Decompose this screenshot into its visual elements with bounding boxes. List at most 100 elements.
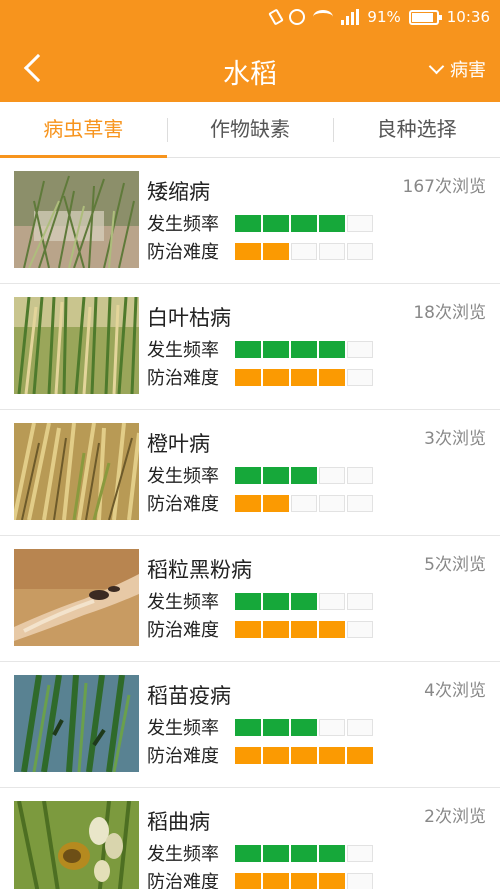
frequency-bar — [235, 214, 373, 232]
frequency-segment — [291, 592, 317, 610]
frequency-bar — [235, 718, 373, 736]
frequency-segment — [347, 592, 373, 610]
difficulty-label: 防治难度 — [147, 368, 219, 389]
frequency-segment — [235, 214, 261, 232]
difficulty-row: 防治难度 — [147, 238, 373, 264]
list-item[interactable]: 橙叶病 3次浏览 发生频率 防治难度 — [0, 410, 500, 536]
frequency-segment — [319, 214, 345, 232]
view-count: 2次浏览 — [424, 807, 486, 827]
frequency-segment — [235, 466, 261, 484]
difficulty-segment — [291, 746, 317, 764]
frequency-segment — [291, 466, 317, 484]
difficulty-bar — [235, 872, 373, 889]
difficulty-segment — [235, 746, 261, 764]
difficulty-bar — [235, 746, 373, 764]
frequency-segment — [263, 340, 289, 358]
list-item[interactable]: 稻曲病 2次浏览 发生频率 防治难度 — [0, 788, 500, 889]
difficulty-label: 防治难度 — [147, 746, 219, 767]
difficulty-segment — [319, 620, 345, 638]
difficulty-bar — [235, 368, 373, 386]
difficulty-segment — [291, 368, 317, 386]
difficulty-segment — [347, 872, 373, 889]
list-item[interactable]: 矮缩病 167次浏览 发生频率 防治难度 — [0, 158, 500, 284]
difficulty-segment — [319, 872, 345, 889]
filter-dropdown-button[interactable]: 病害 — [428, 56, 486, 82]
frequency-segment — [235, 718, 261, 736]
view-count: 18次浏览 — [413, 303, 486, 323]
frequency-row: 发生频率 — [147, 462, 373, 488]
disease-list: 矮缩病 167次浏览 发生频率 防治难度 白叶枯病 18次浏览 发生频率 防治难… — [0, 158, 500, 889]
difficulty-segment — [347, 494, 373, 512]
difficulty-segment — [347, 620, 373, 638]
vibrate-icon — [268, 8, 285, 26]
alarm-icon — [289, 9, 306, 25]
battery-icon — [408, 9, 442, 25]
chevron-down-icon — [428, 58, 445, 75]
difficulty-label: 防治难度 — [147, 494, 219, 515]
difficulty-segment — [291, 494, 317, 512]
difficulty-label: 防治难度 — [147, 620, 219, 641]
category-tabs: 病虫草害 作物缺素 良种选择 — [0, 102, 500, 158]
frequency-segment — [319, 844, 345, 862]
frequency-label: 发生频率 — [147, 592, 219, 613]
difficulty-segment — [263, 368, 289, 386]
frequency-bar — [235, 844, 373, 862]
frequency-bar — [235, 466, 373, 484]
frequency-segment — [319, 466, 345, 484]
frequency-row: 发生频率 — [147, 588, 373, 614]
difficulty-row: 防治难度 — [147, 364, 373, 390]
filter-label: 病害 — [450, 60, 486, 81]
difficulty-segment — [291, 872, 317, 889]
frequency-segment — [263, 466, 289, 484]
difficulty-bar — [235, 242, 373, 260]
list-item[interactable]: 白叶枯病 18次浏览 发生频率 防治难度 — [0, 284, 500, 410]
frequency-segment — [347, 844, 373, 862]
difficulty-segment — [319, 242, 345, 260]
frequency-segment — [235, 592, 261, 610]
frequency-segment — [235, 844, 261, 862]
frequency-row: 发生频率 — [147, 714, 373, 740]
tab-pests-diseases[interactable]: 病虫草害 — [0, 102, 167, 158]
frequency-segment — [347, 718, 373, 736]
frequency-segment — [319, 592, 345, 610]
frequency-segment — [319, 340, 345, 358]
frequency-label: 发生频率 — [147, 466, 219, 487]
frequency-label: 发生频率 — [147, 340, 219, 361]
difficulty-segment — [263, 620, 289, 638]
view-count: 167次浏览 — [402, 177, 486, 197]
list-item[interactable]: 稻苗疫病 4次浏览 发生频率 防治难度 — [0, 662, 500, 788]
frequency-label: 发生频率 — [147, 844, 219, 865]
app-bar: 水稻 病害 — [0, 36, 500, 102]
frequency-segment — [263, 592, 289, 610]
view-count: 5次浏览 — [424, 555, 486, 575]
tab-variety-selection[interactable]: 良种选择 — [333, 102, 500, 157]
frequency-segment — [347, 466, 373, 484]
frequency-label: 发生频率 — [147, 214, 219, 235]
difficulty-row: 防治难度 — [147, 742, 373, 768]
difficulty-segment — [235, 494, 261, 512]
disease-photo — [14, 549, 139, 646]
difficulty-segment — [263, 872, 289, 889]
status-bar: 91% 10:36 — [0, 0, 500, 36]
status-icons: 91% 10:36 — [268, 8, 490, 26]
frequency-row: 发生频率 — [147, 210, 373, 236]
frequency-row: 发生频率 — [147, 840, 373, 866]
frequency-segment — [291, 844, 317, 862]
frequency-segment — [263, 718, 289, 736]
frequency-label: 发生频率 — [147, 718, 219, 739]
disease-name: 白叶枯病 — [147, 306, 231, 330]
difficulty-row: 防治难度 — [147, 490, 373, 516]
disease-name: 稻苗疫病 — [147, 684, 231, 708]
battery-percent: 91% — [367, 8, 401, 26]
difficulty-segment — [291, 620, 317, 638]
tab-nutrient-deficiency[interactable]: 作物缺素 — [166, 102, 334, 157]
difficulty-segment — [263, 494, 289, 512]
difficulty-segment — [263, 746, 289, 764]
disease-photo — [14, 297, 139, 394]
list-item[interactable]: 稻粒黑粉病 5次浏览 发生频率 防治难度 — [0, 536, 500, 662]
difficulty-segment — [263, 242, 289, 260]
frequency-row: 发生频率 — [147, 336, 373, 362]
difficulty-segment — [347, 242, 373, 260]
difficulty-segment — [235, 242, 261, 260]
difficulty-label: 防治难度 — [147, 242, 219, 263]
